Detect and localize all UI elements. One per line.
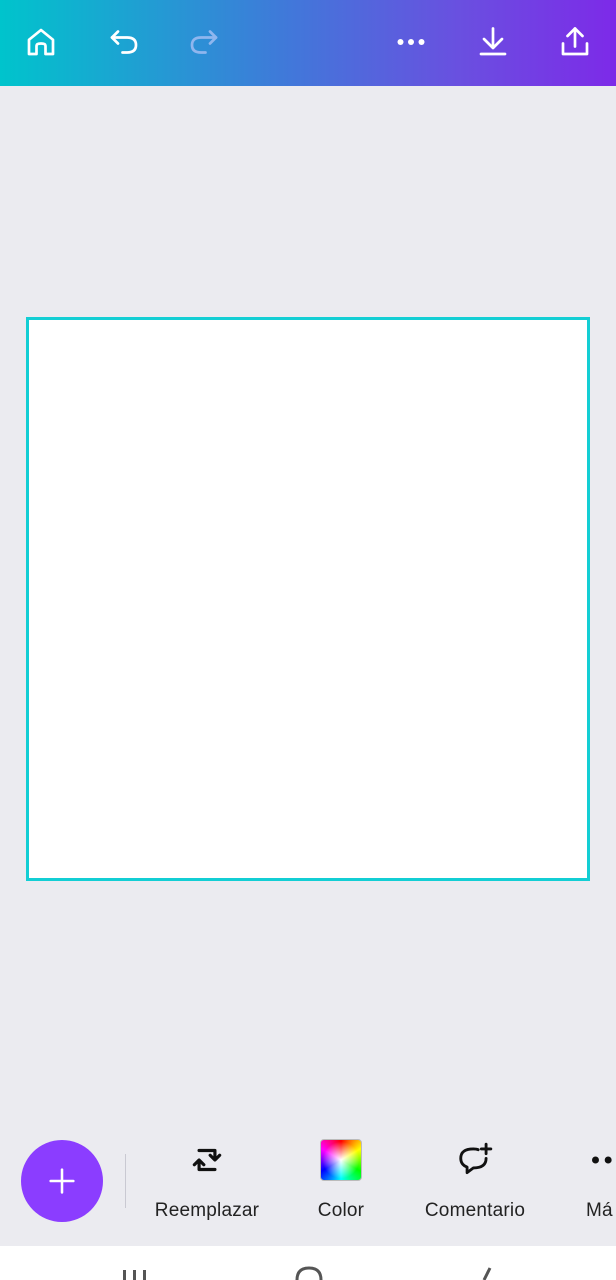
- share-button[interactable]: [553, 20, 597, 64]
- system-nav-bar: [0, 1246, 616, 1280]
- design-canvas-area: [0, 86, 616, 1126]
- design-page[interactable]: [26, 317, 590, 881]
- top-toolbar: [0, 0, 616, 86]
- comment-button[interactable]: Comentario: [418, 1134, 532, 1234]
- more-icon: [592, 1156, 612, 1164]
- share-icon: [561, 27, 589, 56]
- redo-button[interactable]: [182, 20, 226, 64]
- undo-icon: [110, 30, 138, 54]
- comment-label: Comentario: [424, 1200, 526, 1221]
- replace-label: Reemplazar: [154, 1200, 260, 1221]
- download-icon: [479, 27, 507, 56]
- more-icon: [397, 39, 425, 45]
- replace-icon: [192, 1148, 222, 1172]
- toolbar-divider: [125, 1154, 126, 1208]
- home-icon: [27, 28, 55, 56]
- color-label: Color: [317, 1200, 365, 1221]
- plus-icon: [49, 1168, 75, 1194]
- more-label: Má: [586, 1200, 613, 1221]
- color-swatch-icon: [320, 1139, 362, 1181]
- more-options-button[interactable]: [389, 20, 433, 64]
- undo-button[interactable]: [102, 20, 146, 64]
- more-tools-button[interactable]: Má: [586, 1134, 616, 1234]
- home-button[interactable]: [19, 20, 63, 64]
- redo-icon: [190, 30, 218, 54]
- bottom-toolbar: Reemplazar Color Comentario Má: [0, 1126, 616, 1246]
- add-element-button[interactable]: [21, 1140, 103, 1222]
- recents-icon[interactable]: [120, 1266, 150, 1280]
- color-button[interactable]: Color: [300, 1134, 382, 1234]
- back-icon[interactable]: [476, 1266, 496, 1280]
- replace-button[interactable]: Reemplazar: [151, 1134, 263, 1234]
- home-circle-icon[interactable]: [294, 1266, 324, 1280]
- download-button[interactable]: [471, 20, 515, 64]
- comment-add-icon: [459, 1142, 493, 1175]
